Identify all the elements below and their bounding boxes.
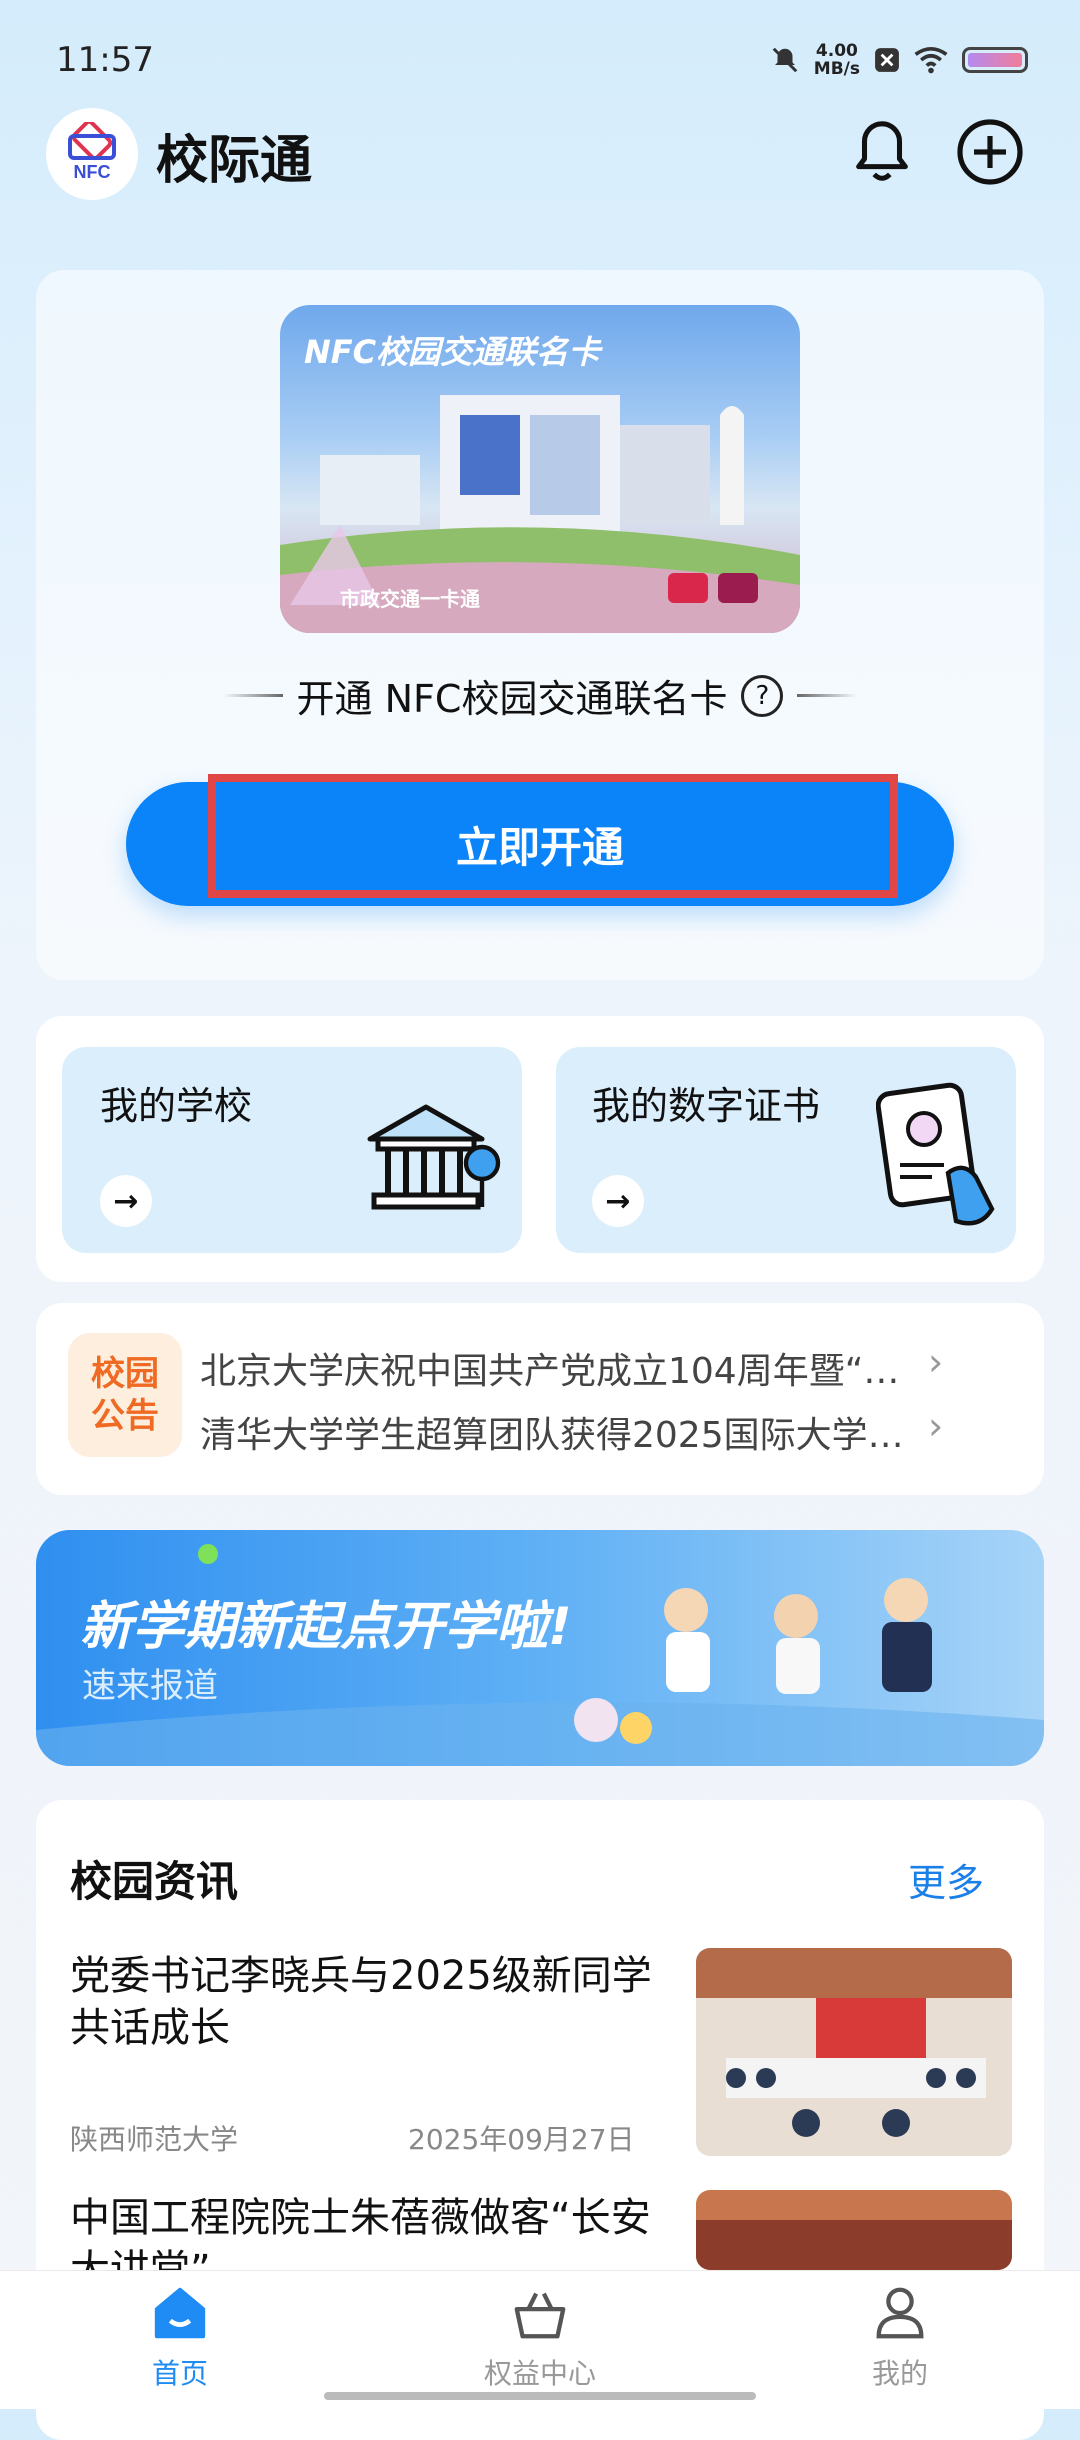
news-item-source: 陕西师范大学 — [70, 2123, 239, 2156]
svg-text:NFC: NFC — [74, 162, 111, 182]
open-nfc-text: 开通 NFC校园交通联名卡 — [296, 677, 728, 721]
tab-benefits[interactable]: 权益中心 — [440, 2282, 640, 2392]
banner-subtitle: 速来报道 — [82, 1666, 218, 1706]
gift-basket-icon — [514, 2292, 566, 2339]
open-nfc-caption: 开通 NFC校园交通联名卡 ? — [0, 668, 1080, 723]
net-speed: 4.00 MB/s — [813, 41, 860, 79]
wifi-icon — [914, 46, 948, 74]
nfc-card-image[interactable]: NFC校园交通联名卡 市政交通一卡通 — [280, 305, 800, 633]
news-item-image[interactable] — [696, 1948, 1012, 2156]
status-time: 11:57 — [56, 40, 154, 80]
tab-mine[interactable]: 我的 — [800, 2282, 1000, 2392]
user-icon — [876, 2287, 924, 2339]
app-title: 校际通 — [156, 131, 313, 191]
tab-home[interactable]: 首页 — [80, 2282, 280, 2392]
tab-benefits-label: 权益中心 — [483, 2357, 596, 2390]
campus-notice-badge: 校园 公告 — [68, 1333, 182, 1457]
notice-item[interactable]: 北京大学庆祝中国共产党成立104周年暨“七一”表彰大会 — [200, 1342, 920, 1394]
my-certificate-label: 我的数字证书 — [592, 1084, 821, 1128]
nfc-card-title: NFC校园交通联名卡 — [304, 333, 601, 371]
app-logo: NFC — [46, 108, 138, 200]
campus-notice-card — [36, 1303, 1044, 1495]
notification-bell-icon[interactable] — [850, 118, 914, 192]
notice-item[interactable]: 清华大学学生超算团队获得2025国际大学生超算竞赛冠军 — [200, 1406, 920, 1458]
chevron-right-icon[interactable]: › — [928, 1404, 943, 1448]
help-icon[interactable]: ? — [741, 674, 784, 717]
my-certificate-tile[interactable]: 我的数字证书 → — [556, 1047, 1016, 1253]
news-more-link[interactable]: 更多 — [908, 1852, 984, 1907]
my-school-tile[interactable]: 我的学校 → — [62, 1047, 522, 1253]
arrow-right-icon: → — [100, 1175, 152, 1227]
nfc-card-footer: 市政交通一卡通 — [340, 587, 480, 611]
school-building-icon — [367, 1104, 501, 1210]
chevron-right-icon[interactable]: › — [928, 1340, 943, 1384]
notification-x-icon — [875, 48, 899, 72]
my-school-label: 我的学校 — [100, 1084, 253, 1128]
tab-mine-label: 我的 — [871, 2357, 928, 2390]
banner-title: 新学期新起点开学啦! — [80, 1597, 572, 1657]
new-semester-banner[interactable]: 新学期新起点开学啦! 速来报道 — [36, 1530, 1044, 1766]
news-item-image[interactable] — [696, 2190, 1012, 2270]
highlight-box — [208, 774, 898, 898]
arrow-right-icon: → — [592, 1175, 644, 1227]
home-icon — [154, 2287, 206, 2339]
news-item-title[interactable]: 党委书记李晓兵与2025级新同学共话成长 — [70, 1950, 670, 2054]
news-item-date: 2025年09月27日 — [408, 2123, 635, 2156]
mute-bell-icon — [772, 47, 798, 73]
tab-home-label: 首页 — [151, 2357, 208, 2390]
certificate-icon — [876, 1082, 995, 1226]
home-indicator[interactable] — [324, 2392, 756, 2400]
battery-icon — [962, 47, 1028, 73]
news-heading: 校园资讯 — [70, 1857, 239, 1906]
add-icon[interactable] — [956, 118, 1024, 190]
status-icons: 4.00 MB/s — [770, 42, 1028, 78]
